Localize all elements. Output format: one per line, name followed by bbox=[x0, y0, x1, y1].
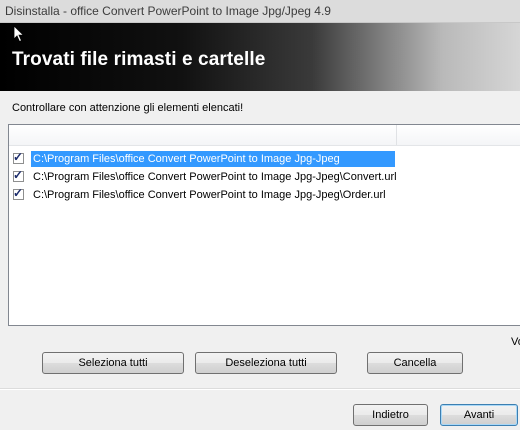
list-item[interactable]: ✓ C:\Program Files\office Convert PowerP… bbox=[13, 168, 513, 187]
list-item-path[interactable]: C:\Program Files\office Convert PowerPoi… bbox=[31, 151, 395, 167]
list-item-path[interactable]: C:\Program Files\office Convert PowerPoi… bbox=[31, 187, 388, 203]
back-button[interactable]: Indietro bbox=[353, 404, 428, 426]
leftover-files-list[interactable]: ✓ C:\Program Files\office Convert PowerP… bbox=[8, 124, 520, 326]
check-mark-icon: ✓ bbox=[13, 150, 24, 164]
checkbox-checked-icon[interactable]: ✓ bbox=[13, 150, 24, 164]
select-all-button[interactable]: Seleziona tutti bbox=[42, 352, 184, 374]
checkbox-checked-icon[interactable]: ✓ bbox=[13, 186, 24, 200]
checkbox-checked-icon[interactable]: ✓ bbox=[13, 168, 24, 182]
window-title: Disinstalla - office Convert PowerPoint … bbox=[5, 4, 331, 18]
deselect-all-button[interactable]: Deseleziona tutti bbox=[195, 352, 337, 374]
title-bar: Disinstalla - office Convert PowerPoint … bbox=[0, 0, 520, 23]
page-heading: Trovati file rimasti e cartelle bbox=[12, 49, 266, 70]
cancel-button[interactable]: Cancella bbox=[367, 352, 463, 374]
check-mark-icon: ✓ bbox=[13, 186, 24, 200]
next-button[interactable]: Avanti bbox=[440, 404, 518, 426]
column-separator[interactable] bbox=[396, 125, 397, 145]
main-content: Controllare con attenzione gli elementi … bbox=[0, 91, 520, 430]
truncated-label: Vo bbox=[511, 336, 520, 348]
instruction-text: Controllare con attenzione gli elementi … bbox=[12, 102, 244, 114]
list-item[interactable]: ✓ C:\Program Files\office Convert PowerP… bbox=[13, 150, 513, 169]
mouse-pointer-icon bbox=[13, 25, 25, 43]
list-item-path[interactable]: C:\Program Files\office Convert PowerPoi… bbox=[31, 169, 399, 185]
check-mark-icon: ✓ bbox=[13, 168, 24, 182]
list-item[interactable]: ✓ C:\Program Files\office Convert PowerP… bbox=[13, 186, 513, 205]
header-banner: Trovati file rimasti e cartelle bbox=[0, 23, 520, 91]
footer-divider bbox=[0, 388, 520, 390]
list-column-header[interactable] bbox=[9, 125, 520, 146]
